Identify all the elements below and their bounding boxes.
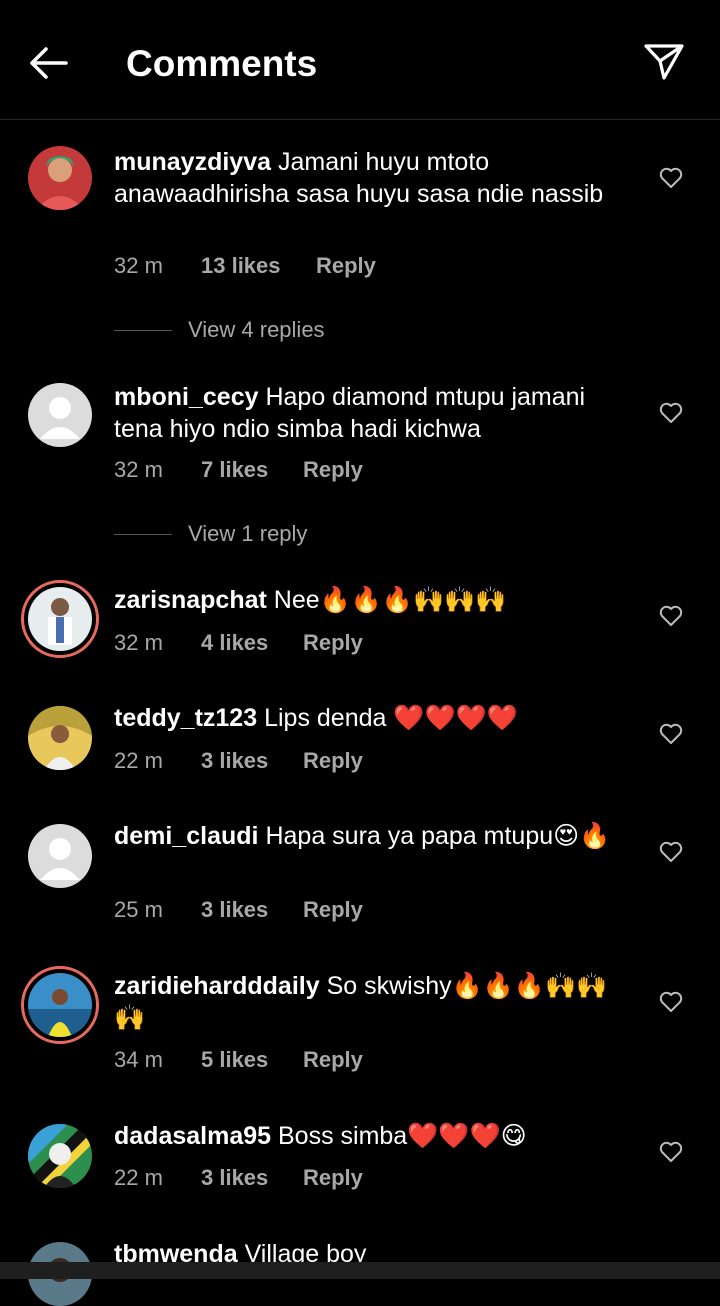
header-bar: Comments: [0, 0, 720, 120]
comment-username[interactable]: teddy_tz123: [114, 704, 257, 732]
avatar[interactable]: [28, 146, 92, 210]
comment-time: 22 m: [114, 1165, 163, 1190]
replies-divider: [114, 330, 172, 331]
comment-time: 22 m: [114, 748, 163, 773]
reply-button[interactable]: Reply: [316, 252, 376, 280]
heart-icon[interactable]: [659, 991, 683, 1013]
comment-username[interactable]: demi_claudi: [114, 822, 259, 850]
avatar[interactable]: [21, 580, 99, 658]
comment-username[interactable]: zarisnapchat: [114, 586, 267, 614]
reply-button[interactable]: Reply: [303, 629, 363, 657]
comment-time: 32 m: [114, 253, 163, 278]
heart-icon[interactable]: [659, 402, 683, 424]
heart-icon[interactable]: [659, 1141, 683, 1163]
heart-icon[interactable]: [659, 841, 683, 863]
avatar[interactable]: [28, 383, 92, 447]
comment-username[interactable]: munayzdiyva: [114, 148, 271, 176]
like-count[interactable]: 13 likes: [201, 252, 281, 280]
comment-text: Hapa sura ya papa mtupu😍🔥: [265, 822, 611, 850]
like-count[interactable]: 3 likes: [201, 747, 268, 775]
like-count[interactable]: 4 likes: [201, 629, 268, 657]
avatar[interactable]: [28, 706, 92, 770]
comment-time: 34 m: [114, 1047, 163, 1072]
avatar[interactable]: [28, 1124, 92, 1188]
like-count[interactable]: 3 likes: [201, 896, 268, 924]
view-replies-label: View 1 reply: [188, 521, 308, 546]
avatar[interactable]: [21, 966, 99, 1044]
heart-icon[interactable]: [659, 167, 683, 189]
avatar[interactable]: [28, 824, 92, 888]
view-replies-label: View 4 replies: [188, 317, 325, 342]
comment-text: Boss simba❤️❤️❤️😋: [278, 1122, 527, 1150]
comment-username[interactable]: dadasalma95: [114, 1122, 271, 1150]
comment-text: Nee🔥🔥🔥🙌🙌🙌: [273, 586, 507, 614]
paper-plane-icon[interactable]: [642, 40, 686, 84]
reply-button[interactable]: Reply: [303, 747, 363, 775]
reply-button[interactable]: Reply: [303, 1046, 363, 1074]
heart-icon[interactable]: [659, 723, 683, 745]
like-count[interactable]: 7 likes: [201, 456, 268, 484]
like-count[interactable]: 3 likes: [201, 1164, 268, 1192]
comment-text: Lips denda ❤️❤️❤️❤️: [264, 704, 518, 732]
page-title: Comments: [126, 43, 318, 84]
comment-time: 25 m: [114, 897, 163, 922]
comment-username[interactable]: zaridiehardddaily: [114, 972, 320, 1000]
replies-divider: [114, 534, 172, 535]
arrow-left-icon[interactable]: [26, 42, 70, 86]
bottom-bar: [0, 1262, 720, 1279]
reply-button[interactable]: Reply: [303, 456, 363, 484]
comment-username[interactable]: mboni_cecy: [114, 383, 259, 411]
like-count[interactable]: 5 likes: [201, 1046, 268, 1074]
heart-icon[interactable]: [659, 605, 683, 627]
comment-time: 32 m: [114, 457, 163, 482]
reply-button[interactable]: Reply: [303, 1164, 363, 1192]
reply-button[interactable]: Reply: [303, 896, 363, 924]
comment-time: 32 m: [114, 630, 163, 655]
